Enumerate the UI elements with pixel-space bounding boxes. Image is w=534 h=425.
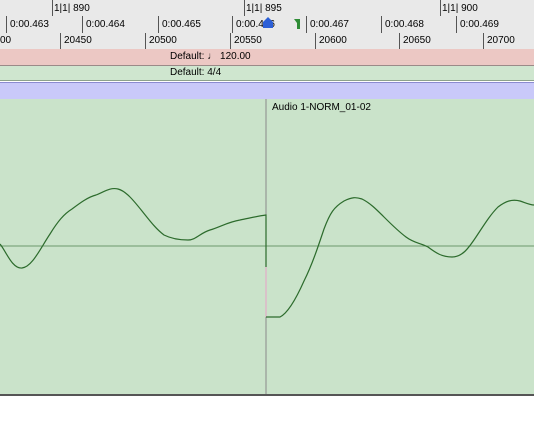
ruler-markers (263, 17, 300, 29)
quarter-note-icon: ♩ (207, 51, 218, 62)
sample-tick (230, 33, 231, 49)
waveform-left (0, 187, 267, 269)
samples-ruler[interactable]: 00 20450 20500 20550 20600 20650 20700 (0, 33, 534, 50)
sample-label: 20650 (403, 35, 431, 46)
insertion-marker-icon[interactable] (263, 17, 273, 28)
sample-label: 20700 (487, 35, 515, 46)
sample-tick (60, 33, 61, 49)
sample-label: 20500 (149, 35, 177, 46)
waveform-right (266, 197, 534, 318)
sample-label: 20450 (64, 35, 92, 46)
track-bottom-border (0, 394, 534, 395)
tempo-label: Default: ♩ 120.00 (170, 49, 251, 64)
tempo-prefix: Default: (170, 51, 205, 62)
sample-label: 00 (0, 35, 12, 46)
sample-tick (399, 33, 400, 49)
sample-label: 20600 (319, 35, 347, 46)
min-sec-ruler[interactable]: 0:00.463 0:00.464 0:00.465 0:00.466 0:00… (0, 16, 534, 34)
bar-tick (52, 0, 53, 16)
tempo-value: 120.00 (220, 51, 251, 62)
bar-label-900: 1|1| 900 (442, 3, 478, 14)
tempo-track[interactable]: Default: ♩ 120.00 (0, 49, 534, 66)
sample-tick (483, 33, 484, 49)
bars-beats-ruler[interactable]: 1|1| 890 1|1| 895 1|1| 900 (0, 0, 534, 17)
meter-label: Default: 4/4 (170, 67, 222, 78)
bar-label-890: 1|1| 890 (54, 3, 90, 14)
bar-tick (440, 0, 441, 16)
meter-track[interactable]: Default: 4/4 (0, 66, 534, 81)
flag-marker-icon[interactable] (294, 19, 300, 29)
bar-label-895: 1|1| 895 (246, 3, 282, 14)
audio-waveform[interactable] (0, 99, 534, 395)
clip-name-label: Audio 1-NORM_01-02 (272, 102, 371, 113)
marker-track[interactable] (0, 82, 534, 100)
sample-label: 20550 (234, 35, 262, 46)
audio-track-playlist[interactable] (0, 99, 534, 396)
sample-tick (145, 33, 146, 49)
sample-tick (315, 33, 316, 49)
bar-tick (244, 0, 245, 16)
